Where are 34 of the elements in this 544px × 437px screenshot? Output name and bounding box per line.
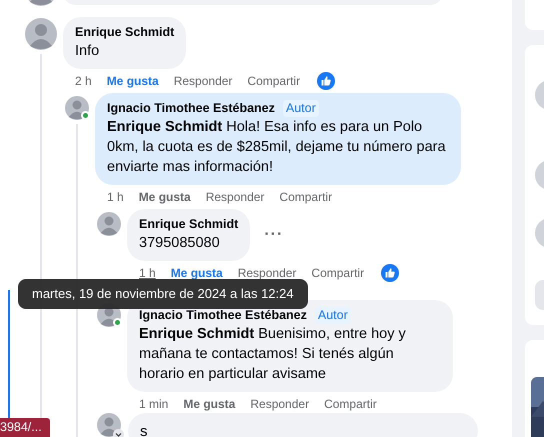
chevron-down-icon[interactable] [113, 429, 124, 437]
author-name[interactable]: Ignacio Timothee Estébanez [107, 100, 275, 117]
like-button[interactable]: Me gusta [106, 74, 159, 88]
author-name[interactable]: Enrique Schmidt [75, 24, 174, 41]
avatar [97, 212, 121, 236]
reply-button[interactable]: Responder [174, 74, 232, 88]
avatar [25, 18, 57, 50]
reply-button[interactable]: Responder [206, 190, 264, 204]
like-button[interactable]: Me gusta [183, 397, 236, 411]
author-badge: Autor [282, 100, 319, 117]
like-button[interactable]: Me gusta [170, 266, 223, 280]
avatar [97, 413, 121, 437]
timestamp-link[interactable]: 1 min [139, 397, 168, 411]
timestamp-link[interactable]: 2 h [75, 74, 92, 88]
reply-button[interactable]: Responder [238, 266, 296, 280]
comment-text: Enrique Schmidt Buenisimo, entre hoy y mañana te contactamos! Si tenés algún horario en particular avisame [139, 325, 407, 384]
like-button[interactable]: Me gusta [138, 190, 191, 204]
share-button[interactable]: Compartir [279, 190, 332, 204]
reply-input-field[interactable]: s [128, 413, 478, 437]
author-name[interactable]: Enrique Schmidt [139, 216, 238, 233]
comment-text: 3795085080 [139, 234, 221, 253]
more-options-button[interactable]: ··· [264, 226, 284, 244]
author-badge: Autor [314, 307, 351, 324]
timestamp-link[interactable]: 1 h [107, 190, 124, 204]
comment-text: Info [75, 42, 100, 61]
reply-button[interactable]: Responder [250, 397, 310, 411]
author-name[interactable]: Ignacio Timothee Estébanez [139, 307, 307, 324]
share-button[interactable]: Compartir [311, 266, 364, 280]
tooltip: martes, 19 de noviembre de 2024 a las 12:24 [18, 279, 308, 309]
share-button[interactable]: Compartir [324, 397, 377, 411]
avatar [65, 96, 89, 120]
comment-text: Enrique Schmidt Hola! Esa info es para un Polo 0km, la cuota es de $285mil, dejame tu número para enviarte mas información! [107, 118, 447, 177]
timestamp-link[interactable]: 1 h [139, 266, 156, 280]
share-button[interactable]: Compartir [247, 74, 300, 88]
